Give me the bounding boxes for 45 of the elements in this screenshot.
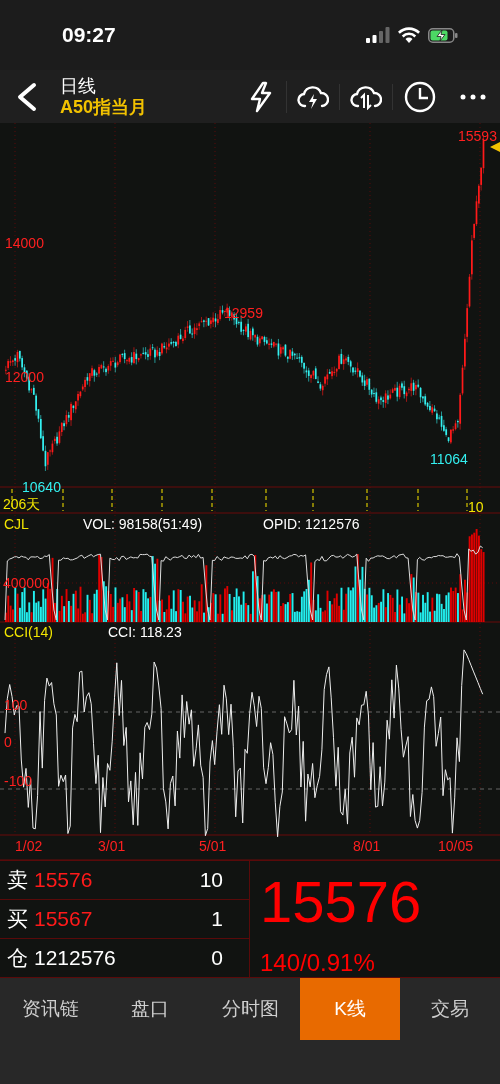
row-label: 仓 <box>7 945 28 972</box>
price-value: 15576 <box>34 867 93 894</box>
tab[interactable]: 交易 <box>400 978 500 1040</box>
date-label: 8/01 <box>353 839 381 853</box>
clock-icon[interactable] <box>403 80 436 113</box>
battery-charging-icon <box>428 27 458 43</box>
cloud-lightning-icon[interactable] <box>297 83 329 110</box>
tab[interactable]: 资讯链 <box>0 978 100 1040</box>
quantity-value: 1 <box>211 906 223 933</box>
axis-label: 100 <box>4 698 28 712</box>
price-label: 11064 <box>430 452 468 466</box>
price-label: 15593 <box>458 129 497 143</box>
instrument-name: A50指当月 <box>60 96 148 118</box>
row-label: 买 <box>7 906 28 933</box>
period-label: 206天 <box>3 497 41 511</box>
axis-label: 14000 <box>5 236 44 250</box>
volume-value: VOL: 98158(51:49) <box>83 517 203 531</box>
chart-title: 日线 <box>60 75 97 97</box>
quantity-value: 10 <box>199 867 223 894</box>
open-interest-value: OPID: 1212576 <box>263 517 360 531</box>
indicator-name: CJL <box>4 517 29 531</box>
tab[interactable]: 盘口 <box>100 978 200 1040</box>
quantity-value: 0 <box>211 945 223 972</box>
date-label: 5/01 <box>199 839 227 853</box>
signal-icon <box>366 27 390 43</box>
day-label: 10 <box>468 500 484 514</box>
status-time: 09:27 <box>62 22 116 49</box>
row-label: 卖 <box>7 867 28 894</box>
cci-value: CCI: 118.23 <box>108 625 182 639</box>
indicator-name: CCI(14) <box>4 625 53 639</box>
date-label: 3/01 <box>98 839 126 853</box>
cloud-sync-icon[interactable] <box>350 83 382 110</box>
wifi-icon <box>398 27 420 43</box>
price-marker-icon <box>490 142 500 152</box>
tab[interactable]: 分时图 <box>200 978 300 1040</box>
price-value: 15567 <box>34 906 93 933</box>
price-value: 1212576 <box>34 945 116 972</box>
date-label: 10/05 <box>438 839 474 853</box>
axis-label: 0 <box>4 735 12 749</box>
last-price: 15576 <box>260 873 423 931</box>
more-icon[interactable] <box>460 93 486 100</box>
price-change: 140/0.91% <box>260 948 376 978</box>
lightning-icon[interactable] <box>248 80 273 113</box>
date-label: 1/02 <box>15 839 43 853</box>
price-label: 10640 <box>22 480 61 494</box>
